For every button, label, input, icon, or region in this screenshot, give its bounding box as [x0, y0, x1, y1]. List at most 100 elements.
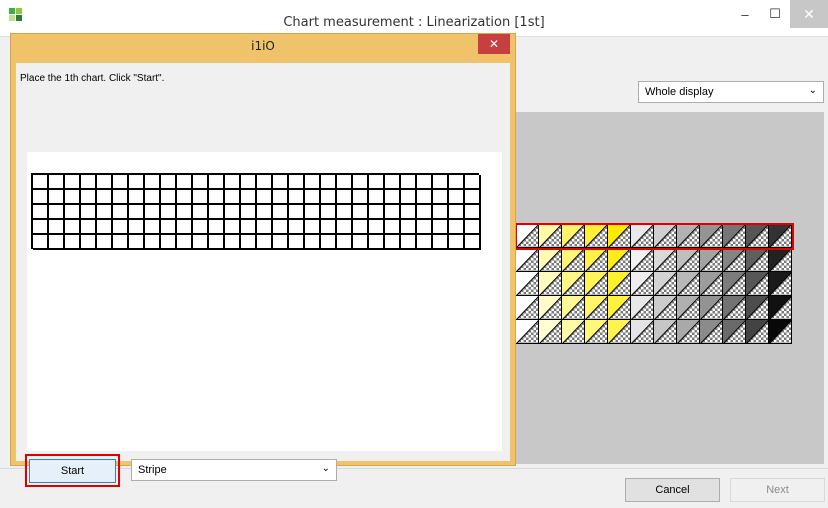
- outline-cell: [321, 175, 337, 190]
- outline-cell: [113, 235, 129, 250]
- outline-cell: [65, 190, 81, 205]
- outline-cell: [289, 220, 305, 235]
- patch-diagonal: [631, 320, 653, 343]
- outline-cell: [257, 175, 273, 190]
- color-patch: [723, 296, 746, 320]
- color-patch: [585, 296, 608, 320]
- outline-cell: [305, 190, 321, 205]
- outline-cell: [449, 190, 465, 205]
- patch-diagonal: [677, 296, 699, 319]
- color-patch: [631, 248, 654, 272]
- outline-cell: [465, 190, 481, 205]
- outline-cell: [193, 205, 209, 220]
- outline-cell: [193, 190, 209, 205]
- dialog-close-button[interactable]: ✕: [478, 34, 510, 54]
- color-patch: [585, 248, 608, 272]
- outline-cell: [241, 175, 257, 190]
- outline-cell: [241, 205, 257, 220]
- outline-cell: [177, 175, 193, 190]
- outline-cell: [49, 235, 65, 250]
- display-mode-value: Whole display: [645, 86, 714, 98]
- next-button[interactable]: Next: [730, 478, 825, 502]
- patch-diagonal: [654, 320, 676, 343]
- start-button[interactable]: Start: [29, 459, 116, 483]
- outline-cell: [449, 175, 465, 190]
- outline-cell: [225, 235, 241, 250]
- patch-diagonal: [700, 320, 722, 343]
- outline-cell: [305, 175, 321, 190]
- outline-cell: [449, 205, 465, 220]
- color-patch: [654, 272, 677, 296]
- color-patch: [516, 320, 539, 344]
- outline-cell: [161, 220, 177, 235]
- outline-cell: [241, 190, 257, 205]
- color-patch: [654, 248, 677, 272]
- outline-cell: [65, 235, 81, 250]
- color-patch: [723, 248, 746, 272]
- main-title-bar[interactable]: Chart measurement : Linearization [1st] …: [0, 0, 828, 36]
- outline-cell: [225, 175, 241, 190]
- outline-cell: [65, 220, 81, 235]
- cancel-button[interactable]: Cancel: [625, 478, 720, 502]
- outline-cell: [257, 190, 273, 205]
- patch-diagonal: [723, 296, 745, 319]
- outline-cell: [145, 175, 161, 190]
- outline-cell: [353, 220, 369, 235]
- maximize-button[interactable]: ☐: [760, 0, 790, 28]
- color-patch: [769, 296, 792, 320]
- outline-cell: [97, 235, 113, 250]
- outline-cell: [209, 190, 225, 205]
- color-patch: [516, 248, 539, 272]
- patch-diagonal: [746, 272, 768, 295]
- outline-cell: [65, 205, 81, 220]
- patch-diagonal: [677, 320, 699, 343]
- outline-cell: [177, 235, 193, 250]
- patch-diagonal: [631, 248, 653, 271]
- outline-cell: [257, 220, 273, 235]
- outline-cell: [353, 205, 369, 220]
- outline-cell: [369, 175, 385, 190]
- color-patch: [654, 296, 677, 320]
- outline-cell: [449, 220, 465, 235]
- patch-diagonal: [585, 272, 607, 295]
- measurement-mode-select[interactable]: Stripe ⌄: [131, 459, 337, 481]
- outline-cell: [97, 220, 113, 235]
- patch-diagonal: [654, 248, 676, 271]
- outline-cell: [33, 175, 49, 190]
- display-mode-select[interactable]: Whole display ⌄: [638, 81, 824, 103]
- outline-cell: [337, 175, 353, 190]
- outline-cell: [129, 220, 145, 235]
- color-patch: [585, 320, 608, 344]
- outline-cell: [273, 175, 289, 190]
- color-patch: [585, 272, 608, 296]
- close-button[interactable]: ✕: [790, 0, 828, 28]
- outline-cell: [225, 205, 241, 220]
- outline-cell: [33, 205, 49, 220]
- outline-cell: [33, 220, 49, 235]
- color-patch: [700, 296, 723, 320]
- outline-cell: [209, 205, 225, 220]
- color-patch: [539, 248, 562, 272]
- outline-cell: [337, 235, 353, 250]
- outline-cell: [129, 205, 145, 220]
- minimize-button[interactable]: –: [730, 0, 760, 28]
- outline-cell: [449, 235, 465, 250]
- color-patch: [677, 272, 700, 296]
- outline-cell: [337, 220, 353, 235]
- outline-cell: [145, 220, 161, 235]
- outline-cell: [401, 205, 417, 220]
- patch-diagonal: [746, 320, 768, 343]
- outline-cell: [81, 175, 97, 190]
- outline-cell: [321, 190, 337, 205]
- outline-cell: [321, 220, 337, 235]
- color-patch: [746, 296, 769, 320]
- outline-cell: [145, 205, 161, 220]
- outline-cell: [369, 235, 385, 250]
- patch-diagonal: [723, 320, 745, 343]
- outline-cell: [33, 235, 49, 250]
- outline-cell: [113, 190, 129, 205]
- color-patch: [677, 248, 700, 272]
- outline-cell: [97, 175, 113, 190]
- outline-cell: [289, 175, 305, 190]
- outline-cell: [305, 220, 321, 235]
